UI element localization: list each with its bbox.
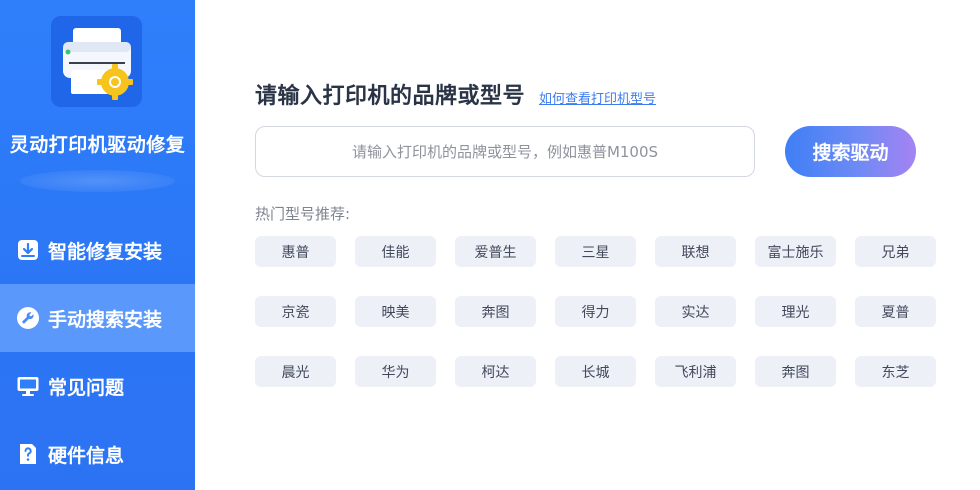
sidebar-item-hardware-info[interactable]: 硬件信息: [0, 420, 195, 488]
hot-model-tag[interactable]: 夏普: [855, 296, 936, 327]
search-driver-button[interactable]: 搜索驱动: [785, 126, 916, 177]
hot-models-label: 热门型号推荐:: [255, 205, 351, 223]
hot-models-row: 京瓷 映美 奔图 得力 实达 理光 夏普: [255, 296, 955, 327]
hot-model-tag[interactable]: 华为: [355, 356, 436, 387]
hot-model-tag[interactable]: 晨光: [255, 356, 336, 387]
printer-logo-icon: [51, 16, 142, 107]
wrench-icon: [16, 306, 40, 330]
hot-model-tag[interactable]: 富士施乐: [755, 236, 836, 267]
hot-model-tag[interactable]: 奔图: [455, 296, 536, 327]
hot-model-tag[interactable]: 奔图: [755, 356, 836, 387]
app-title: 灵动打印机驱动修复: [9, 134, 186, 156]
hot-models-row: 惠普 佳能 爱普生 三星 联想 富士施乐 兄弟: [255, 236, 955, 267]
sidebar-item-label: 硬件信息: [48, 444, 125, 467]
hot-model-tag[interactable]: 映美: [355, 296, 436, 327]
sidebar-item-label: 手动搜索安装: [48, 308, 163, 331]
hot-model-tag[interactable]: 柯达: [455, 356, 536, 387]
sidebar-item-manual-search[interactable]: 手动搜索安装: [0, 284, 195, 352]
question-doc-icon: [16, 442, 40, 466]
sidebar-item-label: 智能修复安装: [48, 240, 163, 263]
search-input[interactable]: [255, 126, 755, 177]
sidebar: 灵动打印机驱动修复 智能修复安装 手动搜索安装 常见问题 硬件信息: [0, 0, 195, 490]
hot-model-tag[interactable]: 爱普生: [455, 236, 536, 267]
main-panel: 请输入打印机的品牌或型号 如何查看打印机型号 搜索驱动 热门型号推荐: 惠普 佳…: [195, 0, 980, 490]
hot-model-tag[interactable]: 飞利浦: [655, 356, 736, 387]
hot-model-tag[interactable]: 京瓷: [255, 296, 336, 327]
hot-model-tag[interactable]: 实达: [655, 296, 736, 327]
title-glow: [20, 170, 175, 192]
heading-row: 请输入打印机的品牌或型号 如何查看打印机型号: [255, 78, 656, 110]
hot-models-row: 晨光 华为 柯达 长城 飞利浦 奔图 东芝: [255, 356, 955, 387]
hot-model-tag[interactable]: 三星: [555, 236, 636, 267]
app-window: 灵动打印机驱动修复 智能修复安装 手动搜索安装 常见问题 硬件信息 请输入打印机…: [0, 0, 980, 490]
hot-model-tag[interactable]: 得力: [555, 296, 636, 327]
sidebar-item-smart-repair[interactable]: 智能修复安装: [0, 216, 195, 284]
hot-model-tag[interactable]: 理光: [755, 296, 836, 327]
sidebar-item-label: 常见问题: [48, 376, 125, 399]
monitor-icon: [16, 374, 40, 398]
download-box-icon: [16, 238, 40, 262]
hot-model-tag[interactable]: 长城: [555, 356, 636, 387]
hot-model-tag[interactable]: 东芝: [855, 356, 936, 387]
page-title: 请输入打印机的品牌或型号: [255, 84, 526, 109]
hot-model-tag[interactable]: 兄弟: [855, 236, 936, 267]
hot-model-tag[interactable]: 佳能: [355, 236, 436, 267]
hot-model-tag[interactable]: 惠普: [255, 236, 336, 267]
hot-model-tag[interactable]: 联想: [655, 236, 736, 267]
sidebar-item-faq[interactable]: 常见问题: [0, 352, 195, 420]
help-link-model[interactable]: 如何查看打印机型号: [539, 88, 656, 107]
